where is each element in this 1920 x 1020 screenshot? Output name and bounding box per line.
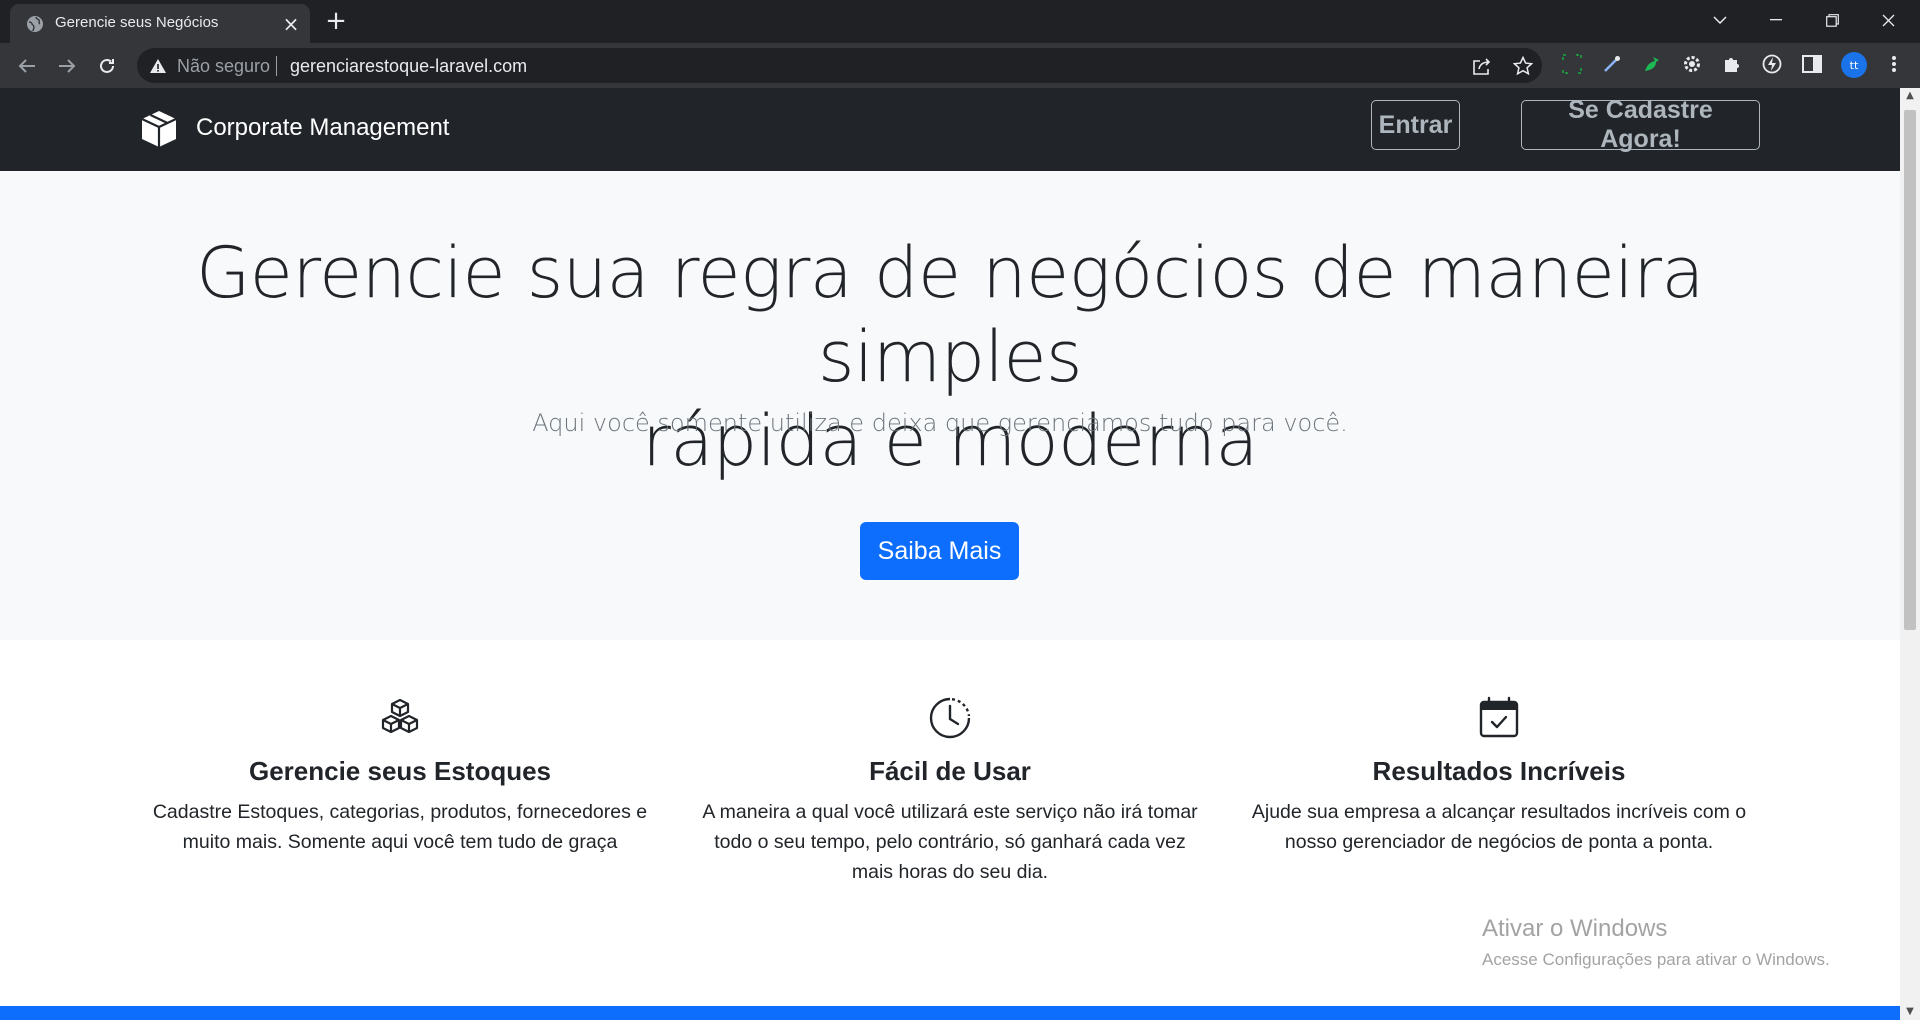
bookmark-star-icon[interactable] xyxy=(1512,55,1534,77)
brand-name[interactable]: Corporate Management xyxy=(196,114,449,142)
close-window-button[interactable] xyxy=(1860,0,1916,40)
eyedropper-extension-icon[interactable] xyxy=(1600,52,1624,76)
hero-title-line1: Gerencie sua regra de negócios de maneir… xyxy=(196,232,1704,398)
tab-close-icon[interactable]: × xyxy=(281,14,301,34)
scroll-down-icon[interactable]: ▼ xyxy=(1900,1004,1920,1020)
calendar-check-icon xyxy=(1479,696,1519,738)
url-text[interactable]: gerenciarestoque-laravel.com xyxy=(290,56,527,77)
hero-title: Gerencie sua regra de negócios de maneir… xyxy=(100,231,1800,483)
side-panel-icon[interactable] xyxy=(1800,52,1824,76)
feature-title: Resultados Incríveis xyxy=(1372,756,1626,786)
feature-stock: Gerencie seus Estoques Cadastre Estoques… xyxy=(145,696,655,857)
browser-tab-strip: Gerencie seus Negócios × + xyxy=(0,0,1920,43)
url-divider xyxy=(276,56,277,76)
login-button[interactable]: Entrar xyxy=(1371,100,1460,150)
address-bar[interactable]: Não seguro gerenciarestoque-laravel.com xyxy=(137,48,1542,83)
gear-extension-icon[interactable] xyxy=(1680,52,1704,76)
hero-subtitle: Aqui você somente utiliza e deixa que ge… xyxy=(532,409,1348,437)
site-navbar: Corporate Management Entrar Se Cadastre … xyxy=(0,88,1900,171)
boxes-icon xyxy=(381,698,419,734)
windows-watermark-subtitle: Acesse Configurações para ativar o Windo… xyxy=(1482,950,1830,969)
browser-menu-icon[interactable] xyxy=(1882,52,1906,76)
minimize-button[interactable] xyxy=(1748,0,1804,40)
restore-button[interactable] xyxy=(1804,0,1860,40)
feature-text: A maneira a qual você utilizará este ser… xyxy=(702,801,1198,883)
feature-title: Fácil de Usar xyxy=(869,756,1031,786)
scroll-thumb[interactable] xyxy=(1904,110,1916,630)
clock-icon xyxy=(929,697,971,739)
learn-more-button[interactable]: Saiba Mais xyxy=(860,522,1019,580)
box-icon[interactable] xyxy=(139,109,179,149)
share-icon[interactable] xyxy=(1471,55,1493,77)
feature-title: Gerencie seus Estoques xyxy=(248,756,552,786)
back-button[interactable] xyxy=(13,52,41,80)
reload-button[interactable] xyxy=(93,52,121,80)
feature-text: Ajude sua empresa a alcançar resultados … xyxy=(1251,801,1747,853)
profile-avatar[interactable]: tt xyxy=(1841,52,1867,78)
feature-easy: Fácil de Usar A maneira a qual você util… xyxy=(695,696,1205,887)
warning-icon[interactable] xyxy=(149,57,167,75)
forward-button[interactable] xyxy=(53,52,81,80)
browser-tab[interactable]: Gerencie seus Negócios × xyxy=(10,4,310,43)
page-viewport: Corporate Management Entrar Se Cadastre … xyxy=(0,88,1900,1020)
scroll-up-icon[interactable]: ▲ xyxy=(1900,88,1920,104)
signup-button[interactable]: Se Cadastre Agora! xyxy=(1521,96,1760,153)
lightning-extension-icon[interactable] xyxy=(1760,52,1784,76)
footer-band xyxy=(0,1006,1900,1020)
page-scrollbar[interactable]: ▲ ▼ xyxy=(1900,88,1920,1020)
globe-icon xyxy=(27,16,43,32)
security-status[interactable]: Não seguro xyxy=(177,56,270,77)
browser-toolbar: Não seguro gerenciarestoque-laravel.com xyxy=(0,43,1920,88)
bird-extension-icon[interactable] xyxy=(1640,52,1664,76)
windows-watermark-title: Ativar o Windows xyxy=(1482,915,1668,942)
feature-text: Cadastre Estoques, categorias, produtos,… xyxy=(152,801,648,853)
tab-search-icon[interactable] xyxy=(1692,0,1748,40)
tab-title: Gerencie seus Negócios xyxy=(55,14,219,31)
feature-results: Resultados Incríveis Ajude sua empresa a… xyxy=(1244,696,1754,857)
hero-section: Gerencie sua regra de negócios de maneir… xyxy=(0,171,1900,640)
new-tab-button[interactable]: + xyxy=(322,8,350,36)
puzzle-extensions-icon[interactable] xyxy=(1720,52,1744,76)
screenshot-extension-icon[interactable] xyxy=(1560,52,1584,76)
